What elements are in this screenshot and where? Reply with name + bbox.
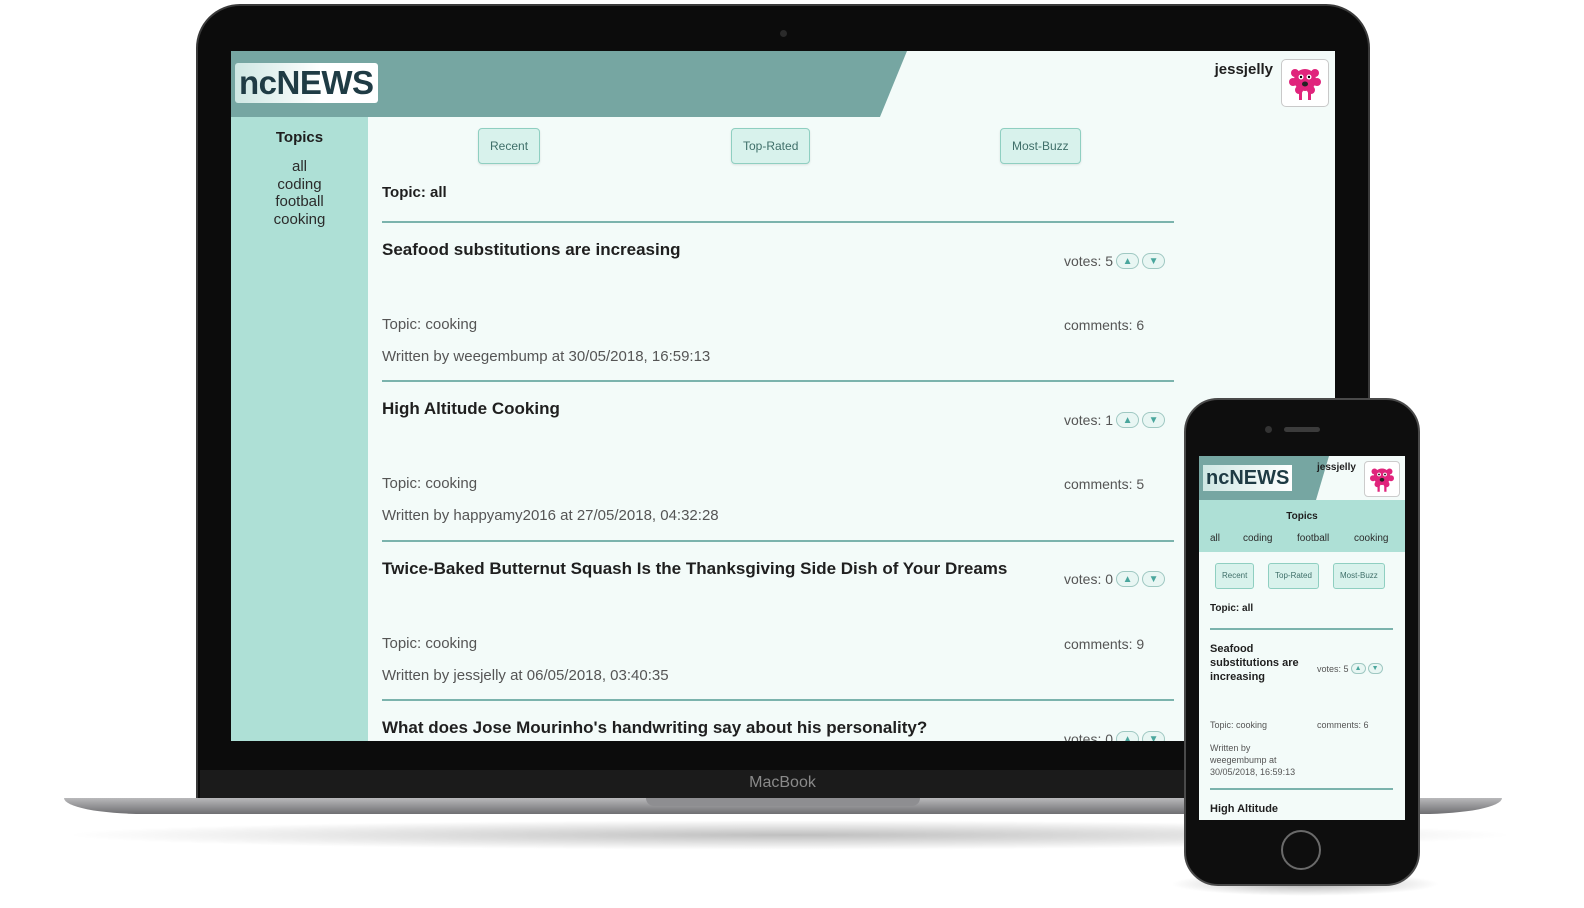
article-author: Written by happyamy2016 at 27/05/2018, 0… xyxy=(382,507,719,524)
laptop-screen: ncNEWS jessjelly Topics all coding footb… xyxy=(231,51,1335,741)
vote-up-button[interactable]: ▲ xyxy=(1116,731,1140,741)
phone-topic-all[interactable]: all xyxy=(1210,533,1220,544)
sidebar-item-cooking[interactable]: cooking xyxy=(231,211,368,229)
phone-topic-football[interactable]: football xyxy=(1297,533,1329,544)
phone-speaker xyxy=(1284,427,1320,432)
phone-author-line: Written by xyxy=(1210,743,1251,753)
vote-up-button[interactable]: ▲ xyxy=(1116,253,1140,269)
article-author: Written by weegembump at 30/05/2018, 16:… xyxy=(382,348,711,365)
phone-home-button xyxy=(1281,830,1321,870)
phone-author-line: 30/05/2018, 16:59:13 xyxy=(1210,767,1296,777)
topics-sidebar: Topics all coding football cooking xyxy=(231,117,368,741)
phone-topic-heading: Topic: all xyxy=(1210,603,1254,614)
article-title[interactable]: Seafood substitutions are increasing xyxy=(382,240,681,260)
article-divider xyxy=(382,699,1174,701)
phone-camera xyxy=(1265,426,1272,433)
topic-heading: Topic: all xyxy=(382,184,447,201)
article-votes: votes: 0 ▲ ▼ xyxy=(1064,731,1166,741)
article-topic: Topic: cooking xyxy=(382,475,478,492)
article-title[interactable]: What does Jose Mourinho's handwriting sa… xyxy=(382,718,927,738)
phone-article-topic: Topic: cooking xyxy=(1210,720,1268,730)
vote-down-button[interactable]: ▼ xyxy=(1142,253,1166,269)
article-divider xyxy=(382,380,1174,382)
laptop-notch xyxy=(646,798,920,806)
macbook-label: MacBook xyxy=(749,774,816,791)
sort-top-rated-button[interactable]: Top-Rated xyxy=(731,128,811,164)
votes-count: votes: 0 xyxy=(1064,571,1114,587)
article-topic: Topic: cooking xyxy=(382,316,478,333)
phone-article-votes: votes: 5 ▲ ▼ xyxy=(1317,663,1383,674)
article-author: Written by jessjelly at 06/05/2018, 03:4… xyxy=(382,667,669,684)
article-title[interactable]: High Altitude Cooking xyxy=(382,399,560,419)
article-topic: Topic: cooking xyxy=(382,635,478,652)
phone-article-divider xyxy=(1210,788,1393,790)
vote-up-button[interactable]: ▲ xyxy=(1116,412,1140,428)
sidebar-item-coding[interactable]: coding xyxy=(231,176,368,194)
phone-topic-coding[interactable]: coding xyxy=(1243,533,1272,544)
phone-avatar[interactable] xyxy=(1364,461,1400,497)
article-divider xyxy=(382,221,1174,223)
phone-vote-up-button[interactable]: ▲ xyxy=(1350,663,1366,674)
phone-sort-top-rated-button[interactable]: Top-Rated xyxy=(1268,563,1319,589)
phone-vote-down-button[interactable]: ▼ xyxy=(1367,663,1383,674)
sort-recent-button[interactable]: Recent xyxy=(478,128,541,164)
phone-article-comments[interactable]: comments: 6 xyxy=(1317,720,1369,730)
votes-count: votes: 0 xyxy=(1064,731,1114,741)
votes-count: votes: 1 xyxy=(1064,412,1114,428)
phone-topic-cooking[interactable]: cooking xyxy=(1354,533,1388,544)
article-title[interactable]: Twice-Baked Butternut Squash Is the Than… xyxy=(382,559,1007,579)
site-logo[interactable]: ncNEWS xyxy=(235,63,378,103)
article-comments[interactable]: comments: 9 xyxy=(1064,636,1144,652)
phone-article-divider xyxy=(1210,628,1393,630)
username: jessjelly xyxy=(1214,61,1273,78)
phone-topics-title: Topics xyxy=(1286,511,1318,522)
phone-sort-most-buzz-button[interactable]: Most-Buzz xyxy=(1333,563,1385,589)
pink-monster-avatar-icon xyxy=(1370,468,1394,492)
votes-count: votes: 5 xyxy=(1064,253,1114,269)
phone-screen: ncNEWS jessjelly Topics all coding footb… xyxy=(1199,456,1405,820)
phone-article-title[interactable]: High Altitude xyxy=(1210,802,1315,816)
article-votes: votes: 1 ▲ ▼ xyxy=(1064,412,1166,428)
vote-up-button[interactable]: ▲ xyxy=(1116,571,1140,587)
article-votes: votes: 5 ▲ ▼ xyxy=(1064,253,1166,269)
phone-article-author: Written by weegembump at 30/05/2018, 16:… xyxy=(1210,742,1295,778)
article-comments[interactable]: comments: 6 xyxy=(1064,317,1144,333)
phone-author-line: weegembump at xyxy=(1210,755,1277,765)
phone-sort-recent-button[interactable]: Recent xyxy=(1215,563,1255,589)
vote-down-button[interactable]: ▼ xyxy=(1142,412,1166,428)
sidebar-item-football[interactable]: football xyxy=(231,193,368,211)
article-divider xyxy=(382,540,1174,542)
article-votes: votes: 0 ▲ ▼ xyxy=(1064,571,1166,587)
pink-monster-avatar-icon xyxy=(1289,69,1321,100)
sort-most-buzz-button[interactable]: Most-Buzz xyxy=(1000,128,1081,164)
avatar[interactable] xyxy=(1281,59,1329,107)
article-comments[interactable]: comments: 5 xyxy=(1064,476,1144,492)
vote-down-button[interactable]: ▼ xyxy=(1142,731,1166,741)
phone-article-title[interactable]: Seafood substitutions are increasing xyxy=(1210,642,1315,684)
sidebar-title: Topics xyxy=(275,129,324,146)
phone-topics-bar xyxy=(1199,500,1405,552)
sidebar-item-all[interactable]: all xyxy=(231,158,368,176)
vote-down-button[interactable]: ▼ xyxy=(1142,571,1166,587)
laptop-camera xyxy=(780,30,787,37)
phone-site-logo[interactable]: ncNEWS xyxy=(1203,465,1293,491)
phone-username: jessjelly xyxy=(1317,462,1356,473)
phone-votes-count: votes: 5 xyxy=(1317,663,1349,674)
